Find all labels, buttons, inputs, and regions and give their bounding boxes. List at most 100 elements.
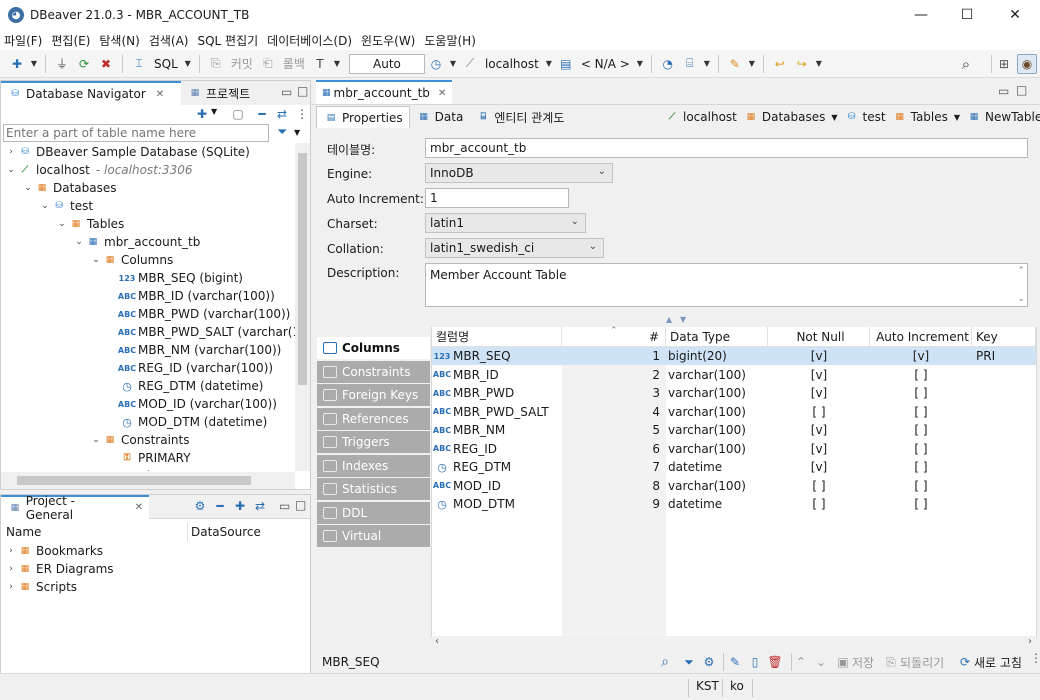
table-row[interactable]: ABC REG_ID 6 varchar(100) [v][ ] xyxy=(432,440,1036,458)
link-editor-icon[interactable]: ⇄ xyxy=(273,105,291,123)
chevron-down-icon[interactable]: ⌄ xyxy=(39,201,51,211)
chevron-down-icon[interactable]: ▼ xyxy=(449,55,457,73)
chevron-down-icon[interactable]: ⌄ xyxy=(90,255,102,265)
menu-database[interactable]: 데이터베이스(D) xyxy=(267,32,352,49)
back-arrow-icon[interactable]: ↩ xyxy=(771,55,789,73)
cell-not-null-checkbox[interactable]: [ ] xyxy=(768,477,870,495)
chevron-down-icon[interactable]: ▼ xyxy=(294,128,300,137)
maximize-panel-icon[interactable]: □ xyxy=(1016,83,1027,97)
tab-mbr-account-tb[interactable]: ▦ mbr_account_tb ✕ xyxy=(316,80,452,104)
side-tab-indexes[interactable]: Indexes xyxy=(317,454,430,477)
refresh-icon[interactable]: ⟳ xyxy=(956,653,974,671)
tab-project-general[interactable]: ▦ Project - General ✕ xyxy=(1,494,149,522)
cell-auto-increment-checkbox[interactable]: [ ] xyxy=(870,366,972,384)
tree-node[interactable]: ◷ MOD_DTM (datetime) xyxy=(1,413,267,431)
cell-auto-increment-checkbox[interactable]: [ ] xyxy=(870,384,972,402)
maximize-button[interactable]: ☐ xyxy=(944,0,990,30)
cell-auto-increment-checkbox[interactable]: [ ] xyxy=(870,403,972,421)
menu-search[interactable]: 검색(A) xyxy=(149,32,189,49)
filter-funnel-icon[interactable]: ⏷ xyxy=(277,125,287,140)
navigator-horizontal-scrollbar[interactable] xyxy=(1,472,295,489)
sash-down-icon[interactable]: ▼ xyxy=(680,315,686,324)
chevron-down-icon[interactable]: ▼ xyxy=(545,55,553,73)
tree-node[interactable]: ABC MBR_ID (varchar(100)) xyxy=(1,287,275,305)
sql-editor-icon[interactable]: ⌶ xyxy=(130,55,148,73)
tree-node[interactable]: ABC MBR_PWD (varchar(100)) xyxy=(1,305,290,323)
sash-up-icon[interactable]: ▲ xyxy=(666,315,672,324)
table-row[interactable]: ABC MBR_NM 5 varchar(100) [v][ ] xyxy=(432,421,1036,439)
menu-help[interactable]: 도움말(H) xyxy=(424,32,476,49)
table-row[interactable]: ◷ REG_DTM 7 datetime [v][ ] xyxy=(432,458,1036,476)
scroll-down-icon[interactable]: ⌄ xyxy=(1017,294,1025,304)
history-clock-icon[interactable]: ◷ xyxy=(427,55,445,73)
new-connection-icon[interactable]: ✚ xyxy=(8,55,26,73)
charset-select[interactable]: latin1 ⌄ xyxy=(425,213,586,233)
side-tab-triggers[interactable]: Triggers xyxy=(317,431,430,453)
chevron-down-icon[interactable]: ⌄ xyxy=(90,435,102,445)
er-diagram-icon[interactable]: ⌸ xyxy=(681,55,699,73)
tree-node[interactable]: ⌄ ▦ Databases xyxy=(1,179,116,197)
move-down-icon[interactable]: ⌄ xyxy=(812,653,830,671)
chevron-down-icon[interactable]: ▼ xyxy=(748,55,756,73)
new-connection-icon[interactable]: ✚ xyxy=(193,105,211,123)
table-row[interactable]: ABC MBR_PWD_SALT 4 varchar(100) [ ][ ] xyxy=(432,403,1036,421)
scroll-up-icon[interactable]: ⌃ xyxy=(1017,266,1025,276)
open-perspective-icon[interactable]: ⊞ xyxy=(995,55,1013,73)
new-folder-icon[interactable]: ▢ xyxy=(229,105,247,123)
chevron-down-icon[interactable]: ⌄ xyxy=(56,219,68,229)
tree-node[interactable]: ›▦Foreign Keys xyxy=(1,467,197,471)
maximize-panel-icon[interactable]: □ xyxy=(295,498,306,512)
tree-node[interactable]: ◷ REG_DTM (datetime) xyxy=(1,377,263,395)
search-icon[interactable]: ⌕ xyxy=(656,653,674,671)
search-icon[interactable]: ⌕ xyxy=(957,55,975,73)
cell-not-null-checkbox[interactable]: [v] xyxy=(768,440,870,458)
close-icon[interactable]: ✕ xyxy=(156,89,164,100)
table-name-field[interactable]: mbr_account_tb xyxy=(425,138,1028,158)
side-tab-statistics[interactable]: Statistics xyxy=(317,478,430,500)
table-row[interactable]: ◷ MOD_DTM 9 datetime [ ][ ] xyxy=(432,495,1036,513)
collapse-all-icon[interactable]: ━ xyxy=(253,105,271,123)
filter-funnel-icon[interactable]: ⏷ xyxy=(680,653,698,671)
side-tab-virtual[interactable]: Virtual xyxy=(317,525,430,547)
tree-node[interactable]: ABC REG_ID (varchar(100)) xyxy=(1,359,273,377)
cell-not-null-checkbox[interactable]: [v] xyxy=(768,458,870,476)
sql-button[interactable]: SQL xyxy=(154,57,178,71)
cell-auto-increment-checkbox[interactable]: [ ] xyxy=(870,440,972,458)
cell-not-null-checkbox[interactable]: [v] xyxy=(768,347,870,365)
table-filter-input[interactable] xyxy=(3,124,269,142)
side-tab-references[interactable]: References xyxy=(317,407,430,430)
tree-node[interactable]: ⌄ ▦ mbr_account_tb xyxy=(1,233,200,251)
header-data-type[interactable]: Data Type xyxy=(666,327,768,347)
view-menu-icon[interactable]: ⋮ xyxy=(293,105,311,123)
delete-trash-icon[interactable]: 🗑 xyxy=(766,653,784,671)
side-tab-ddl[interactable]: DDL xyxy=(317,501,430,524)
auto-increment-field[interactable]: 1 xyxy=(425,188,569,208)
breadcrumb-localhost[interactable]: localhost xyxy=(683,110,737,124)
project-item[interactable]: › ▦ Scripts xyxy=(1,578,77,596)
chevron-down-icon[interactable]: ▼ xyxy=(636,55,644,73)
tree-node[interactable]: ABC MBR_NM (varchar(100)) xyxy=(1,341,281,359)
commit-mode-combo[interactable]: Auto xyxy=(348,53,425,74)
cell-not-null-checkbox[interactable]: [v] xyxy=(768,421,870,439)
minimize-panel-icon[interactable]: ▭ xyxy=(998,84,1009,98)
gear-icon[interactable]: ⚙ xyxy=(700,653,718,671)
maximize-panel-icon[interactable]: □ xyxy=(297,84,308,98)
chevron-down-icon[interactable]: ▼ xyxy=(831,113,837,122)
active-schema-selector[interactable]: < N/A > xyxy=(581,57,630,71)
menu-window[interactable]: 윈도우(W) xyxy=(361,32,415,49)
dashboard-icon[interactable]: ◔ xyxy=(659,55,677,73)
subtab-data[interactable]: ▦ Data xyxy=(410,106,470,128)
commit-icon[interactable]: ⎘ xyxy=(207,55,225,73)
tree-node[interactable]: ⌄ ▦ Tables xyxy=(1,215,124,233)
transaction-mode-icon[interactable]: T xyxy=(311,55,329,73)
breadcrumb-test[interactable]: test xyxy=(863,110,886,124)
tab-projects[interactable]: ▦ 프로젝트 xyxy=(181,81,256,105)
grid-horizontal-scrollbar[interactable]: ‹ › xyxy=(432,636,1036,650)
side-tab-columns[interactable]: Columns xyxy=(317,337,430,359)
chevron-down-icon[interactable]: ▼ xyxy=(211,107,217,116)
description-textarea[interactable]: Member Account Table ⌃ ⌄ xyxy=(425,263,1028,307)
minimize-button[interactable]: — xyxy=(898,0,944,30)
header-auto-increment[interactable]: Auto Increment xyxy=(870,327,972,347)
commit-button[interactable]: 커밋 xyxy=(231,55,253,72)
gear-icon[interactable]: ⚙ xyxy=(191,497,209,515)
